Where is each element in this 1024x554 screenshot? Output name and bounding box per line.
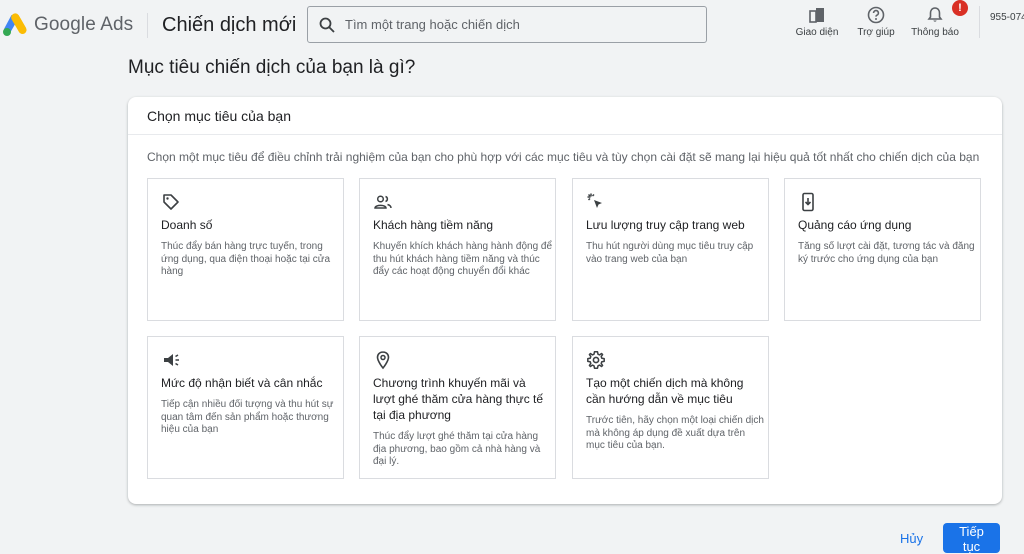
bell-icon <box>927 7 943 22</box>
location-pin-icon <box>376 351 390 370</box>
goal-leads[interactable]: Khách hàng tiềm năng Khuyến khích khách … <box>359 178 556 321</box>
goal-local-store[interactable]: Chương trình khuyến mãi và lượt ghé thăm… <box>359 336 556 479</box>
gear-icon <box>587 351 605 369</box>
header-divider <box>147 13 148 38</box>
top-bar: Google Ads Chiến dịch mới Giao diện Trợ … <box>0 0 1024 50</box>
megaphone-icon <box>164 354 179 366</box>
goal-no-guidance[interactable]: Tạo một chiến dịch mà không cần hướng dẫ… <box>572 336 769 479</box>
goal-description: Tiếp cận nhiều đối tượng và thu hút sự q… <box>161 399 334 435</box>
search-input[interactable] <box>343 16 687 33</box>
help-button[interactable]: Trợ giúp <box>855 6 897 38</box>
google-ads-logo-icon <box>3 13 27 36</box>
account-id[interactable]: 955-074 <box>990 12 1024 23</box>
goal-sales[interactable]: Doanh số Thúc đẩy bán hàng trực tuyến, t… <box>147 178 344 321</box>
tag-icon <box>163 194 179 210</box>
goal-description: Khuyến khích khách hàng hành động để thu… <box>373 241 553 277</box>
card-title: Chọn mục tiêu của bạn <box>128 97 1002 135</box>
goal-title: Chương trình khuyến mãi và lượt ghé thăm… <box>373 376 544 422</box>
page-question: Mục tiêu chiến dịch của bạn là gì? <box>128 57 416 78</box>
click-icon <box>587 193 602 208</box>
card-description: Chọn một mục tiêu để điều chỉnh trải ngh… <box>147 150 980 164</box>
goal-title: Mức độ nhận biết và cân nhắc <box>161 376 323 390</box>
page-title: Chiến dịch mới <box>162 14 297 36</box>
people-icon <box>374 195 392 209</box>
search-icon <box>319 17 335 33</box>
goal-description: Thúc đẩy bán hàng trực tuyến, trong ứng … <box>161 241 331 277</box>
cancel-button[interactable]: Hủy <box>890 523 933 553</box>
goal-description: Thu hút người dùng mục tiêu truy cập vào… <box>586 241 754 265</box>
notifications-label: Thông báo <box>911 27 959 38</box>
goal-selection-card: Chọn mục tiêu của bạn Chọn một mục tiêu … <box>128 97 1002 504</box>
notifications-button[interactable]: ! Thông báo <box>910 0 968 38</box>
goal-description: Thúc đẩy lượt ghé thăm tại cửa hàng địa … <box>373 431 541 467</box>
header-divider-right <box>979 6 980 38</box>
goal-app-promotion[interactable]: Quảng cáo ứng dụng Tăng số lượt cài đặt,… <box>784 178 981 321</box>
appearance-button[interactable]: Giao diện <box>795 6 839 38</box>
appearance-label: Giao diện <box>795 27 839 38</box>
goal-awareness[interactable]: Mức độ nhận biết và cân nhắc Tiếp cận nh… <box>147 336 344 479</box>
goal-description: Tăng số lượt cài đặt, tương tác và đăng … <box>798 241 975 265</box>
goal-title: Tạo một chiến dịch mà không cần hướng dẫ… <box>586 376 744 406</box>
logo-text: Google Ads <box>34 14 134 35</box>
goal-description: Trước tiên, hãy chọn một loại chiến dịch… <box>586 415 764 451</box>
notification-badge: ! <box>952 0 968 16</box>
google-ads-logo[interactable]: Google Ads <box>2 13 133 37</box>
goal-website-traffic[interactable]: Lưu lượng truy cập trang web Thu hút ngư… <box>572 178 769 321</box>
help-label: Trợ giúp <box>857 27 895 38</box>
search-box[interactable] <box>307 6 707 43</box>
goal-title: Khách hàng tiềm năng <box>373 218 494 232</box>
continue-button[interactable]: Tiếp tục <box>943 523 1000 554</box>
goal-title: Quảng cáo ứng dụng <box>798 218 912 232</box>
phone-download-icon <box>802 192 814 212</box>
goal-title: Doanh số <box>161 218 213 232</box>
appearance-icon <box>809 8 824 23</box>
help-icon <box>867 6 885 24</box>
goal-title: Lưu lượng truy cập trang web <box>586 218 745 232</box>
